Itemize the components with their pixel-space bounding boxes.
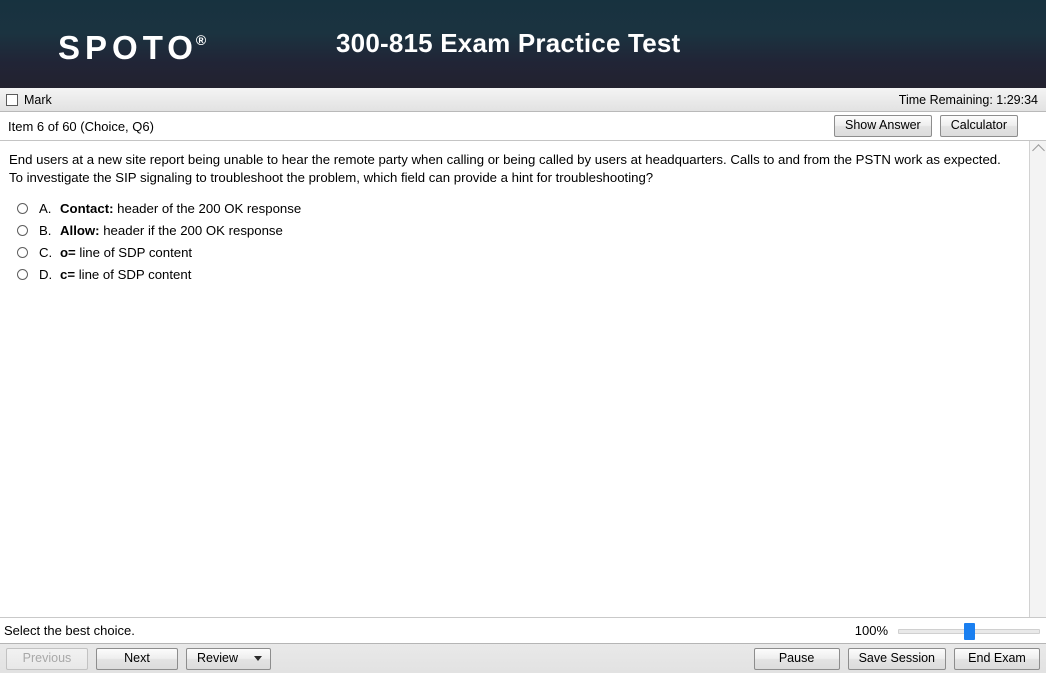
previous-button[interactable]: Previous: [6, 647, 88, 670]
item-bar: Item 6 of 60 (Choice, Q6) Show Answer Ca…: [0, 112, 1046, 141]
question-content-area: End users at a new site report being una…: [0, 141, 1046, 617]
zoom-slider-thumb[interactable]: [964, 622, 975, 640]
zoom-slider[interactable]: [898, 622, 1040, 640]
zoom-control-group: 100%: [854, 622, 1040, 640]
chevron-up-icon: [1031, 144, 1045, 157]
item-action-buttons: Show Answer Calculator: [833, 115, 1046, 137]
chevron-down-icon: [254, 655, 262, 661]
calculator-button[interactable]: Calculator: [939, 115, 1018, 137]
answer-option-rest: line of SDP content: [75, 267, 192, 282]
scroll-up-button[interactable]: [1030, 141, 1046, 157]
time-remaining: Time Remaining: 1:29:34: [898, 92, 1038, 107]
answer-radio-b[interactable]: [17, 225, 28, 236]
answer-option-letter: D.: [39, 267, 53, 282]
answer-option-rest: header if the 200 OK response: [99, 223, 283, 238]
mark-timer-bar: Mark Time Remaining: 1:29:34: [0, 88, 1046, 112]
review-label: Review: [197, 650, 238, 665]
answer-option-text: c= line of SDP content: [60, 266, 191, 283]
zoom-level-label: 100%: [854, 623, 888, 638]
answer-option-rest: line of SDP content: [75, 245, 193, 260]
registered-trademark-icon: ®: [195, 32, 207, 48]
question-stem: End users at a new site report being una…: [9, 152, 1001, 185]
answer-radio-a[interactable]: [17, 203, 28, 214]
answer-option-keyword: o=: [60, 245, 76, 260]
show-answer-button[interactable]: Show Answer: [833, 115, 932, 137]
answer-option-keyword: c=: [60, 267, 76, 282]
answer-radio-d[interactable]: [17, 269, 28, 280]
answer-option-letter: A.: [39, 201, 52, 216]
answer-option-keyword: Allow:: [60, 223, 100, 238]
navigation-buttons: Previous Next Review: [6, 647, 271, 670]
vertical-scrollbar[interactable]: [1029, 141, 1046, 617]
answer-options-list: A. Contact: header of the 200 OK response…: [9, 200, 1019, 283]
answer-option[interactable]: B. Allow: header if the 200 OK response: [9, 222, 1019, 239]
exam-app-window: SPOTO® 300-815 Exam Practice Test Mark T…: [0, 0, 1046, 673]
item-counter: Item 6 of 60 (Choice, Q6): [8, 118, 154, 134]
answer-option-rest: header of the 200 OK response: [113, 201, 302, 216]
exam-title: 300-815 Exam Practice Test: [336, 28, 681, 58]
answer-option-keyword: Contact:: [60, 201, 114, 216]
answer-option-text: Contact: header of the 200 OK response: [60, 200, 301, 217]
end-exam-button[interactable]: End Exam: [954, 647, 1040, 670]
spoto-logo: SPOTO®: [58, 22, 208, 68]
status-bar: Select the best choice. 100%: [0, 617, 1046, 643]
next-button[interactable]: Next: [96, 647, 178, 670]
answer-option-text: Allow: header if the 200 OK response: [60, 222, 283, 239]
instruction-text: Select the best choice.: [4, 623, 135, 638]
mark-label: Mark: [24, 92, 52, 107]
brand-header: SPOTO® 300-815 Exam Practice Test: [0, 0, 1046, 88]
save-session-button[interactable]: Save Session: [847, 647, 946, 670]
mark-question-control[interactable]: Mark: [6, 93, 52, 107]
answer-option-letter: C.: [39, 245, 53, 260]
answer-radio-c[interactable]: [17, 247, 28, 258]
answer-option-letter: B.: [39, 223, 52, 238]
spoto-logo-text: SPOTO: [58, 29, 198, 66]
answer-option[interactable]: C. o= line of SDP content: [9, 244, 1019, 261]
answer-option[interactable]: A. Contact: header of the 200 OK response: [9, 200, 1019, 217]
answer-option-text: o= line of SDP content: [60, 244, 192, 261]
mark-checkbox[interactable]: [6, 93, 18, 106]
review-dropdown-button[interactable]: Review: [186, 647, 271, 670]
question-pane: End users at a new site report being una…: [0, 141, 1029, 617]
pause-button[interactable]: Pause: [753, 647, 840, 670]
session-buttons: Pause Save Session End Exam: [753, 647, 1040, 670]
answer-option[interactable]: D. c= line of SDP content: [9, 266, 1019, 283]
bottom-toolbar: Previous Next Review Pause Save Session …: [0, 643, 1046, 673]
